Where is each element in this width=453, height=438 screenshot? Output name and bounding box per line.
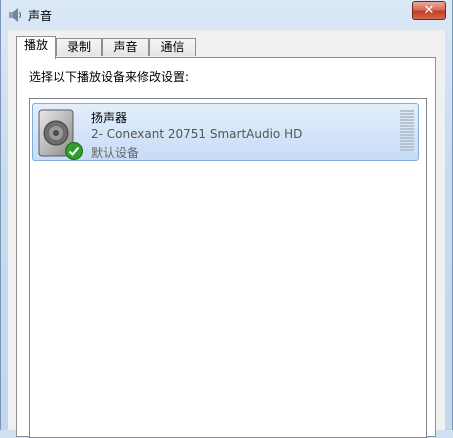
default-check-icon — [65, 142, 83, 160]
tab-communications[interactable]: 通信 — [149, 38, 196, 56]
sound-app-icon — [9, 8, 22, 22]
tab-sounds-label: 声音 — [113, 40, 138, 54]
window-title: 声音 — [28, 9, 53, 23]
instruction-text: 选择以下播放设备来修改设置: — [29, 70, 190, 84]
device-name: 扬声器 — [91, 111, 128, 125]
dialog-client-area: 播放 录制 声音 通信 选择以下播放设备来修改设置: 扬声器 2- Conexa… — [8, 30, 445, 438]
volume-meter — [400, 110, 414, 152]
tab-recording-label: 录制 — [66, 40, 91, 54]
tab-playback[interactable]: 播放 — [16, 36, 56, 59]
close-icon: ✕ — [423, 3, 435, 18]
playback-device-list[interactable]: 扬声器 2- Conexant 20751 SmartAudio HD 默认设备 — [29, 98, 427, 438]
sound-dialog: 声音 ✕ 播放 录制 声音 通信 选择以下播放设备来修改设置: 扬声器 2- C… — [0, 0, 453, 438]
title-bar[interactable]: 声音 ✕ — [1, 0, 452, 30]
playback-panel: 选择以下播放设备来修改设置: 扬声器 2- Conexant 20751 Sma… — [16, 57, 436, 438]
list-item-speaker[interactable]: 扬声器 2- Conexant 20751 SmartAudio HD 默认设备 — [32, 103, 419, 161]
tab-communications-label: 通信 — [160, 40, 185, 54]
device-status: 默认设备 — [91, 146, 140, 160]
tab-sounds[interactable]: 声音 — [102, 38, 149, 56]
tab-playback-label: 播放 — [23, 38, 48, 52]
close-button[interactable]: ✕ — [412, 1, 446, 20]
tab-recording[interactable]: 录制 — [56, 38, 102, 56]
device-description: 2- Conexant 20751 SmartAudio HD — [91, 127, 303, 141]
